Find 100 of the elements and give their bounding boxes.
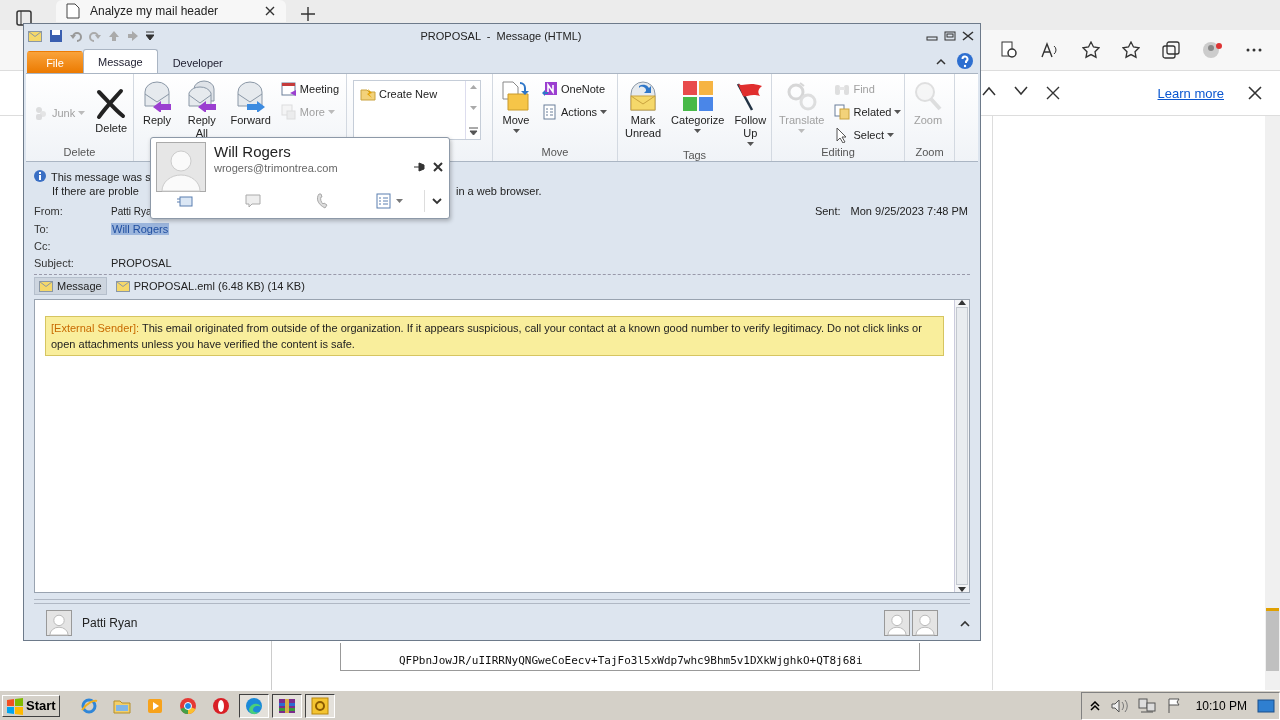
close-icon[interactable]: [962, 31, 974, 42]
group-label: Zoom: [914, 146, 945, 161]
chevron-up-icon[interactable]: [1089, 700, 1100, 711]
page-search-icon[interactable]: [1000, 41, 1018, 59]
envelope-icon: [39, 280, 53, 292]
reply-button[interactable]: Reply: [137, 77, 177, 131]
caret-icon: [78, 110, 86, 115]
favorites-icon[interactable]: [1122, 41, 1140, 59]
select-button[interactable]: Select: [830, 125, 906, 146]
contact-email[interactable]: wrogers@trimontrea.com: [214, 162, 405, 174]
more-icon: [280, 104, 297, 121]
quick-step-icon: [360, 86, 376, 103]
caret-icon: [327, 110, 335, 115]
actions-icon: [542, 104, 558, 121]
mark-unread-button[interactable]: Mark Unread: [621, 77, 666, 144]
mail-icon: [310, 696, 329, 715]
delete-button[interactable]: Delete: [91, 85, 132, 139]
read-aloud-icon[interactable]: [1040, 41, 1060, 59]
magnifier-icon: [912, 80, 944, 113]
speaker-icon[interactable]: [1109, 697, 1128, 714]
flag-icon[interactable]: [1165, 697, 1182, 714]
attachment-item[interactable]: PROPOSAL.eml (6.48 KB) (14 KB): [110, 277, 310, 296]
person-name[interactable]: Patti Ryan: [82, 616, 874, 631]
quick-step-item[interactable]: Create New: [356, 83, 442, 106]
avatar-icon: [46, 610, 72, 637]
taskbar-app[interactable]: [238, 693, 269, 718]
forward-button[interactable]: Forward: [226, 77, 275, 131]
field-label: Sent:: [814, 204, 841, 220]
meeting-button[interactable]: Meeting: [276, 79, 343, 100]
more-icon[interactable]: [1246, 48, 1262, 52]
actions-button[interactable]: Actions: [538, 102, 612, 123]
categorize-button[interactable]: Categorize: [667, 77, 729, 137]
avatar-icon: [884, 610, 910, 637]
play-icon: [145, 696, 164, 715]
taskbar-app[interactable]: [271, 693, 302, 718]
subject-text: PROPOSAL: [111, 256, 172, 271]
learn-more-link[interactable]: Learn more: [1157, 85, 1224, 101]
chevron-up-icon[interactable]: [981, 86, 996, 96]
text-area[interactable]: QFPbnJowJR/uIIRRNyQNGweCoEecv+TajFo3l5xWdp7whc9Bhm5v1DXkWjghkO+QT8j68i: [340, 643, 920, 671]
follow-up-button[interactable]: Follow Up: [730, 77, 771, 150]
close-icon[interactable]: [433, 162, 443, 172]
contact-photo-icon: [156, 142, 206, 192]
tab-title[interactable]: Analyze my mail header: [90, 4, 254, 18]
collections-icon[interactable]: [1162, 41, 1180, 59]
external-sender-warning: [External Sender]: This email originated from outside of the organization. If it appears suspicious, call your contact at a known good number to verify legitimacy. Do not click links or open attachments unless you have verified the content is safe.: [45, 316, 944, 357]
browser-icon: [211, 696, 230, 715]
envelope-icon: [115, 280, 130, 292]
people-icon: [33, 104, 49, 121]
info-icon: [34, 170, 46, 183]
tab-actions-icon[interactable]: [16, 10, 32, 26]
ribbon-tab[interactable]: Message: [83, 49, 158, 74]
expand-icon[interactable]: [432, 197, 442, 205]
message-tab[interactable]: Message: [34, 277, 107, 296]
document-icon: [66, 3, 80, 19]
clock[interactable]: 10:10 PM: [1195, 698, 1247, 713]
favorite-add-icon[interactable]: [1082, 41, 1100, 59]
new-tab-icon[interactable]: [300, 6, 316, 22]
group-label: Delete: [62, 146, 97, 161]
profile-icon[interactable]: [1202, 41, 1224, 59]
expand-gallery-icon[interactable]: [468, 127, 478, 136]
translate-icon: [785, 80, 818, 113]
browser-icon: [178, 696, 197, 715]
pin-icon[interactable]: [413, 161, 425, 173]
field-label: Subject:: [34, 256, 75, 271]
windows-logo-icon: [6, 696, 24, 715]
info-text: in a web browser.: [456, 184, 542, 199]
ribbon-tab[interactable]: Developer: [157, 51, 238, 74]
related-button[interactable]: Related: [830, 102, 906, 123]
close-icon[interactable]: [264, 5, 276, 17]
reply-icon: [141, 80, 173, 113]
onenote-button[interactable]: OneNote: [538, 79, 612, 100]
caret-icon: [396, 199, 404, 203]
scrollbar[interactable]: [954, 300, 969, 593]
text-line: QFPbnJowJR/uIIRRNyQNGweCoEecv+TajFo3l5xWdp7whc9Bhm5v1DXkWjghkO+QT8j68i: [399, 654, 864, 667]
collapse-icon[interactable]: [960, 619, 970, 627]
caret-icon: [600, 110, 608, 115]
documents-icon: [834, 104, 851, 121]
close-icon[interactable]: [1248, 86, 1262, 100]
browser-tab[interactable]: Analyze my mail header: [56, 0, 286, 22]
help-icon[interactable]: [956, 52, 974, 70]
restore-icon[interactable]: [944, 31, 956, 42]
field-label: From:: [34, 204, 64, 220]
scrollbar[interactable]: [1265, 116, 1280, 690]
save-icon[interactable]: [49, 29, 63, 44]
contact-name: Will Rogers: [214, 142, 292, 162]
start-button[interactable]: Start: [2, 694, 60, 717]
collapse-ribbon-icon[interactable]: [936, 57, 946, 65]
close-icon[interactable]: [1045, 86, 1060, 100]
archive-icon: [277, 696, 296, 715]
email-icon[interactable]: [177, 195, 194, 207]
move-button[interactable]: Move: [496, 77, 536, 137]
caret-icon: [894, 110, 902, 115]
taskbar-app[interactable]: [304, 693, 335, 718]
group-label: Tags: [681, 149, 708, 162]
show-desktop-icon[interactable]: [1257, 697, 1275, 714]
recipient-name[interactable]: Will Rogers: [111, 223, 170, 236]
network-icon[interactable]: [1137, 697, 1156, 714]
onenote-icon: [542, 81, 558, 98]
chevron-down-icon[interactable]: [1013, 86, 1028, 96]
customize-icon[interactable]: [146, 31, 154, 42]
